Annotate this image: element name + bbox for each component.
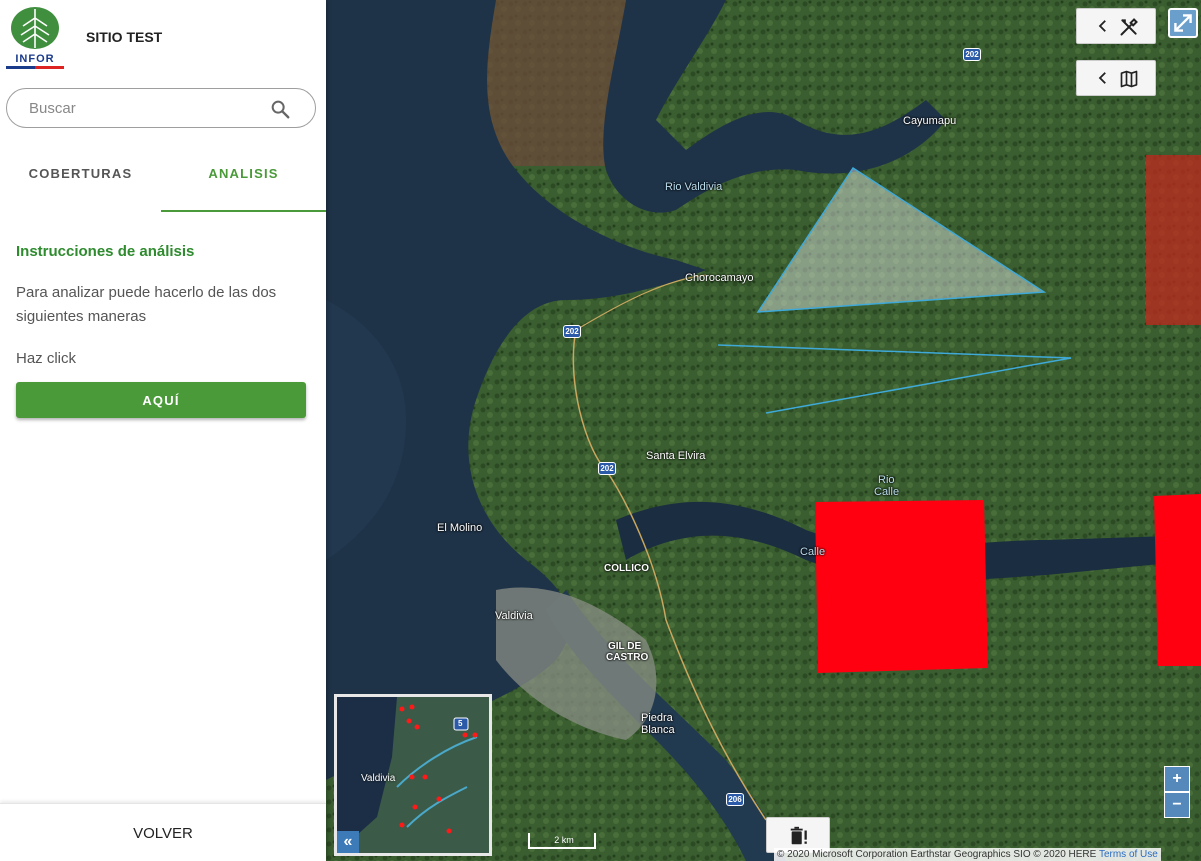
- fullscreen-button[interactable]: [1168, 8, 1198, 38]
- sidebar: INFOR SITIO TEST COBERTURAS ANALISIS Ins…: [0, 0, 326, 861]
- search-box: [6, 88, 316, 128]
- map-view[interactable]: Cayumapu Rio Valdivia Chorocamayo Santa …: [326, 0, 1201, 861]
- expand-icon: [1174, 14, 1192, 32]
- analysis-title: Instrucciones de análisis: [16, 243, 195, 260]
- tools-panel-toggle[interactable]: [1076, 8, 1156, 44]
- terms-of-use-link[interactable]: Terms of Use: [1099, 849, 1158, 860]
- overview-collapse-button[interactable]: «: [337, 831, 359, 853]
- route-shield: 202: [963, 48, 981, 61]
- map-label-chorocamayo: Chorocamayo: [685, 272, 754, 284]
- brand-flag-stripe: [6, 66, 64, 69]
- zoom-controls: + −: [1164, 766, 1190, 818]
- map-label-collico: COLLICO: [604, 563, 649, 574]
- chevron-left-icon: [1098, 72, 1106, 84]
- map-label-valdivia: Valdivia: [495, 610, 533, 622]
- map-label-cayumapu: Cayumapu: [903, 115, 957, 127]
- tools-icon: [1120, 18, 1138, 36]
- map-attribution: © 2020 Microsoft Corporation Earthstar G…: [774, 848, 1161, 861]
- tab-coberturas[interactable]: COBERTURAS: [0, 166, 161, 212]
- overview-map[interactable]: 5 Valdivia «: [334, 694, 492, 856]
- map-label-gil-de: GIL DE: [608, 641, 642, 652]
- layers-panel-toggle[interactable]: [1076, 60, 1156, 96]
- site-title: SITIO TEST: [86, 29, 163, 45]
- map-label-el-molino: El Molino: [437, 522, 483, 534]
- map-label-calle-2: Calle: [800, 546, 826, 558]
- analysis-instructions: Para analizar puede hacerlo de las dos s…: [16, 284, 277, 325]
- zoom-out-button[interactable]: −: [1164, 792, 1190, 818]
- aqui-button[interactable]: AQUÍ: [16, 382, 306, 418]
- attribution-text: © 2020 Microsoft Corporation Earthstar G…: [777, 849, 1097, 860]
- tab-bar: COBERTURAS ANALISIS: [0, 166, 326, 212]
- brand-text: INFOR: [15, 53, 55, 65]
- overview-route-shield: 5: [458, 719, 463, 728]
- trash-alert-icon: [790, 826, 807, 845]
- infor-logo: INFOR: [6, 6, 64, 69]
- overview-label-valdivia: Valdivia: [361, 773, 396, 784]
- tab-analisis[interactable]: ANALISIS: [161, 166, 326, 212]
- search-input[interactable]: [29, 97, 259, 119]
- map-label-blanca: Blanca: [641, 724, 675, 736]
- map-icon: [1120, 70, 1138, 88]
- map-label-castro: CASTRO: [606, 652, 649, 663]
- map-label-piedra: Piedra: [641, 712, 673, 724]
- map-label-calle: Calle: [874, 486, 900, 498]
- scale-text: 2 km: [554, 835, 574, 845]
- app-root: INFOR SITIO TEST COBERTURAS ANALISIS Ins…: [0, 0, 1201, 861]
- route-shield: 202: [563, 325, 581, 338]
- search-icon[interactable]: [269, 98, 291, 120]
- analysis-click-text: Haz click: [16, 350, 77, 367]
- map-label-santa-elvira: Santa Elvira: [646, 450, 706, 462]
- scale-bar: 2 km: [528, 833, 596, 849]
- map-label-rio: Rio: [878, 474, 895, 486]
- chevron-left-icon: [1098, 20, 1106, 32]
- sidebar-footer: VOLVER: [0, 803, 326, 861]
- volver-button[interactable]: VOLVER: [0, 804, 326, 861]
- map-label-rio-valdivia: Rio Valdivia: [665, 181, 723, 193]
- leaf-logo-icon: [11, 7, 59, 49]
- route-shield: 202: [598, 462, 616, 475]
- zoom-in-button[interactable]: +: [1164, 766, 1190, 792]
- overview-map-image: [337, 697, 489, 853]
- route-shield: 206: [726, 793, 744, 806]
